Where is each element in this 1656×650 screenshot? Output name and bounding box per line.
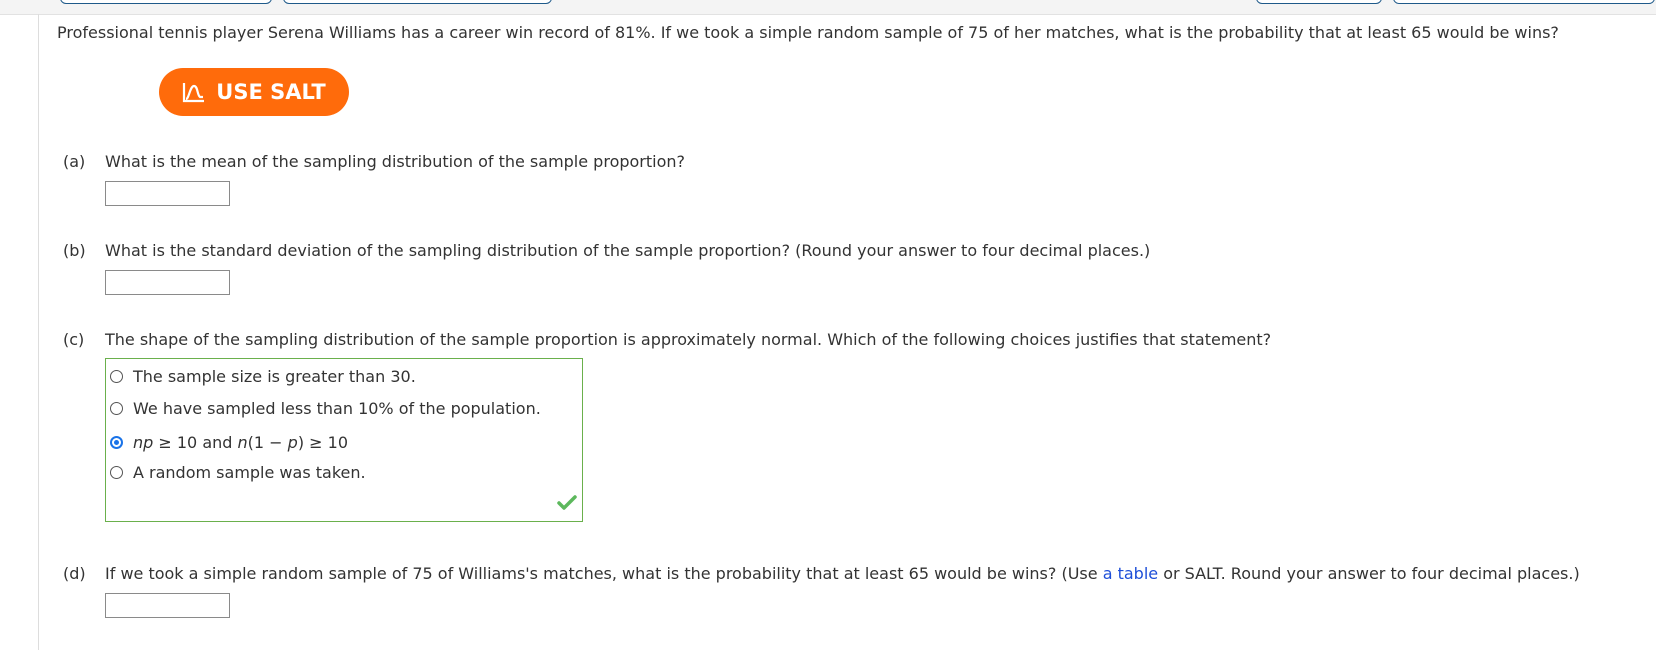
choice-label: We have sampled less than 10% of the pop… xyxy=(133,398,541,418)
part-a-answer-input[interactable] xyxy=(105,181,230,206)
part-c-label: (c) xyxy=(63,330,85,349)
choice-label: The sample size is greater than 30. xyxy=(133,366,416,386)
question-text: Professional tennis player Serena Willia… xyxy=(57,23,1559,42)
checkmark-icon xyxy=(557,495,577,515)
choice-random-sample[interactable]: A random sample was taken. xyxy=(110,461,366,483)
top-toolbar-strip xyxy=(0,0,1656,15)
part-b-label: (b) xyxy=(63,241,86,260)
radio-button[interactable] xyxy=(110,465,123,479)
part-d-prompt-after: or SALT. Round your answer to four decim… xyxy=(1158,564,1580,583)
part-b: (b) What is the standard deviation of the… xyxy=(63,240,1150,262)
toolbar-button-3[interactable] xyxy=(1256,0,1382,4)
radio-button-selected[interactable] xyxy=(110,435,123,449)
choice-success-failure[interactable]: np ≥ 10 and n(1 − p) ≥ 10 xyxy=(110,431,348,453)
choice-ten-percent[interactable]: We have sampled less than 10% of the pop… xyxy=(110,397,541,419)
part-a-label: (a) xyxy=(63,152,86,171)
part-d-prompt-before: If we took a simple random sample of 75 … xyxy=(105,564,1103,583)
part-c-prompt: The shape of the sampling distribution o… xyxy=(105,330,1272,349)
choice-label: A random sample was taken. xyxy=(133,462,366,482)
toolbar-button-2[interactable] xyxy=(283,0,552,4)
radio-button[interactable] xyxy=(110,369,123,383)
use-salt-button[interactable]: USE SALT xyxy=(159,68,349,116)
table-link[interactable]: a table xyxy=(1103,564,1158,583)
part-b-answer-input[interactable] xyxy=(105,270,230,295)
choice-label: np ≥ 10 and n(1 − p) ≥ 10 xyxy=(133,432,348,452)
salt-chart-icon xyxy=(182,81,206,103)
toolbar-button-4[interactable] xyxy=(1393,0,1655,4)
part-a: (a) What is the mean of the sampling dist… xyxy=(63,151,685,173)
choice-sample-size[interactable]: The sample size is greater than 30. xyxy=(110,365,416,387)
radio-button[interactable] xyxy=(110,401,123,415)
part-c-choices: The sample size is greater than 30. We h… xyxy=(105,358,583,522)
part-c: (c) The shape of the sampling distributio… xyxy=(63,329,1271,351)
part-d: (d) If we took a simple random sample of … xyxy=(63,563,1580,585)
use-salt-label: USE SALT xyxy=(216,80,326,104)
part-d-answer-input[interactable] xyxy=(105,593,230,618)
toolbar-button-1[interactable] xyxy=(60,0,272,4)
part-d-label: (d) xyxy=(63,564,86,583)
part-b-prompt: What is the standard deviation of the sa… xyxy=(105,241,1151,260)
left-divider xyxy=(38,14,39,650)
part-a-prompt: What is the mean of the sampling distrib… xyxy=(105,152,686,171)
